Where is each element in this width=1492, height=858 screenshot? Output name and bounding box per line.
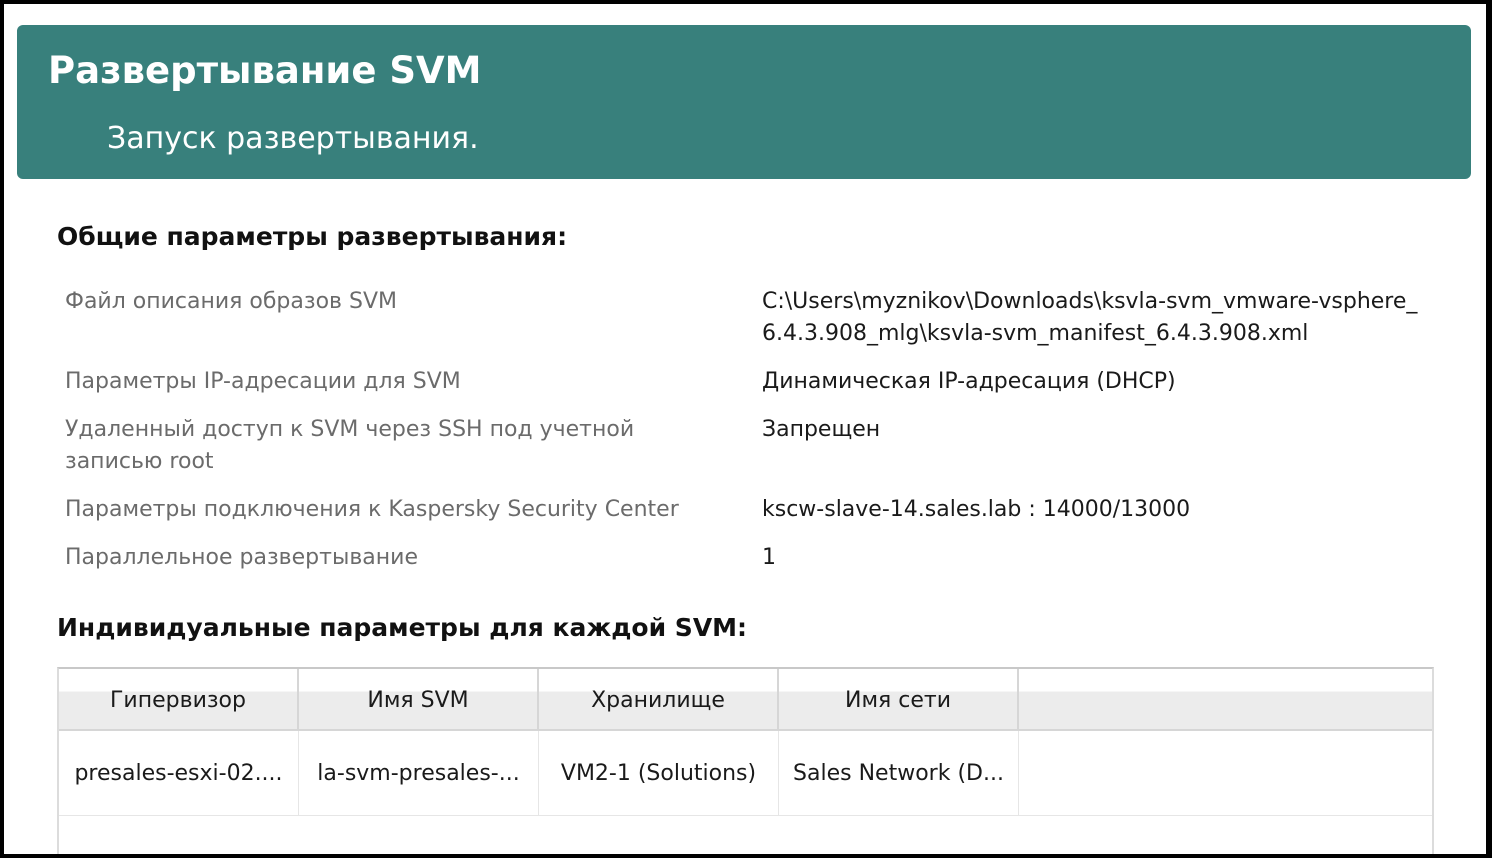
table-header: Гипервизор Имя SVM Хранилище Имя сети [59, 669, 1432, 731]
page-subtitle: Запуск развертывания. [107, 121, 479, 156]
table-cell-network: Sales Network (D... [779, 731, 1019, 815]
param-label: Параметры подключения к Kaspersky Securi… [65, 497, 679, 522]
column-header-network[interactable]: Имя сети [779, 669, 1019, 729]
column-header-datastore[interactable]: Хранилище [539, 669, 779, 729]
param-value: 1 [762, 545, 776, 570]
header-banner: Развертывание SVM Запуск развертывания. [17, 25, 1471, 179]
general-params-heading: Общие параметры развертывания: [57, 222, 568, 251]
page-title: Развертывание SVM [48, 49, 482, 92]
column-header-svm-name[interactable]: Имя SVM [299, 669, 539, 729]
individual-params-heading: Индивидуальные параметры для каждой SVM: [57, 613, 748, 642]
param-label: Параллельное развертывание [65, 545, 418, 570]
param-value: Динамическая IP-адресация (DHCP) [762, 369, 1176, 394]
column-header-hypervisor[interactable]: Гипервизор [59, 669, 299, 729]
table-row[interactable]: presales-esxi-02.... la-svm-presales-...… [59, 731, 1432, 816]
table-cell-svm-name: la-svm-presales-... [299, 731, 539, 815]
table-cell-datastore: VM2-1 (Solutions) [539, 731, 779, 815]
deploy-summary-window: Развертывание SVM Запуск развертывания. … [4, 4, 1486, 854]
svm-table: Гипервизор Имя SVM Хранилище Имя сети pr… [57, 667, 1434, 854]
param-value: kscw-slave-14.sales.lab : 14000/13000 [762, 497, 1191, 522]
param-label: Файл описания образов SVM [65, 289, 397, 314]
param-label: Удаленный доступ к SVM через SSH под уче… [65, 417, 635, 474]
param-value: C:\Users\myznikov\Downloads\ksvla-svm_vm… [762, 289, 1418, 346]
table-cell-hypervisor: presales-esxi-02.... [59, 731, 299, 815]
param-label: Параметры IP-адресации для SVM [65, 369, 461, 394]
param-value: Запрещен [762, 417, 881, 442]
